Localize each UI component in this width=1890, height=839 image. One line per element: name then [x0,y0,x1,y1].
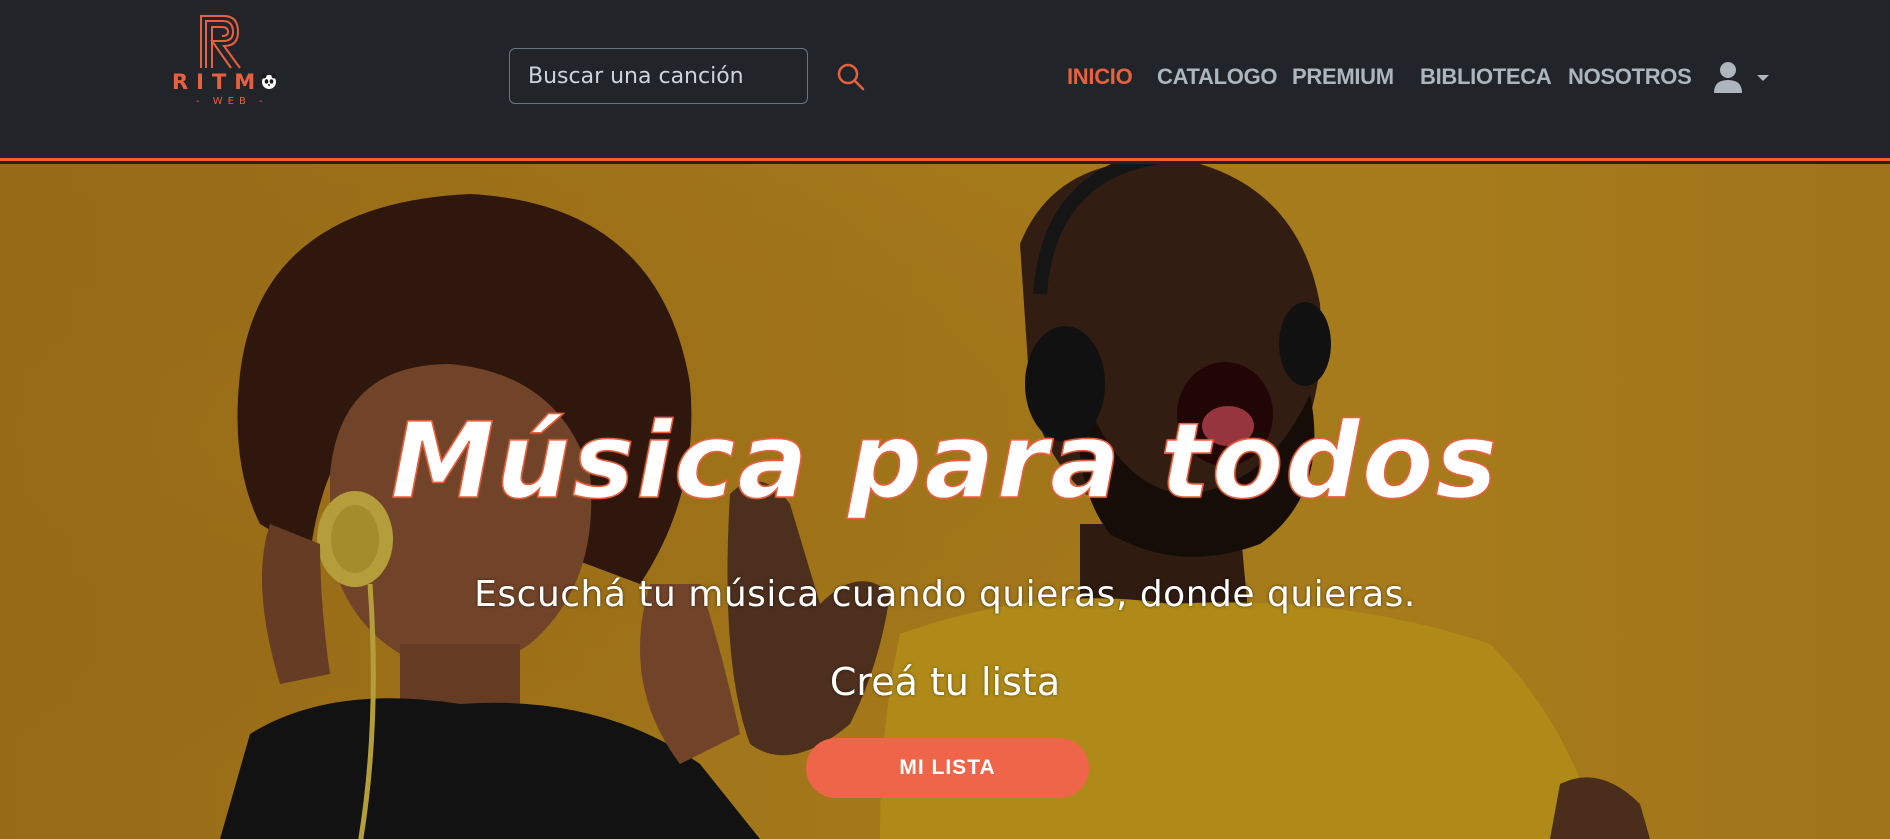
hero-banner: Música para todos Escuchá tu música cuan… [0,164,1890,839]
mi-lista-button[interactable]: MI LISTA [806,738,1089,798]
hero-subtitle: Escuchá tu música cuando quieras, donde … [474,574,1416,615]
navbar: RITM - WEB - INICIO CATALOGO PREMIUM BIB… [0,0,1890,161]
hero-title: Música para todos [390,399,1500,523]
nav-premium[interactable]: PREMIUM [1292,60,1394,94]
search-input[interactable] [509,48,808,104]
user-menu-toggle[interactable] [1712,58,1774,96]
user-icon [1714,62,1742,93]
panda-icon [261,73,277,89]
hero-cta-text: Creá tu lista [829,660,1061,704]
search-icon [837,63,865,91]
logo-text: RITM [172,70,264,94]
caret-down-icon [1757,75,1769,81]
search-button[interactable] [834,60,868,94]
logo-subtitle: - WEB - [196,96,268,107]
nav-catalogo[interactable]: CATALOGO [1157,60,1278,94]
nav-inicio[interactable]: INICIO [1067,60,1133,94]
brand-logo[interactable]: RITM - WEB - [168,12,286,107]
nav-biblioteca[interactable]: BIBLIOTECA [1420,60,1552,94]
nav-nosotros[interactable]: NOSOTROS [1568,60,1692,94]
